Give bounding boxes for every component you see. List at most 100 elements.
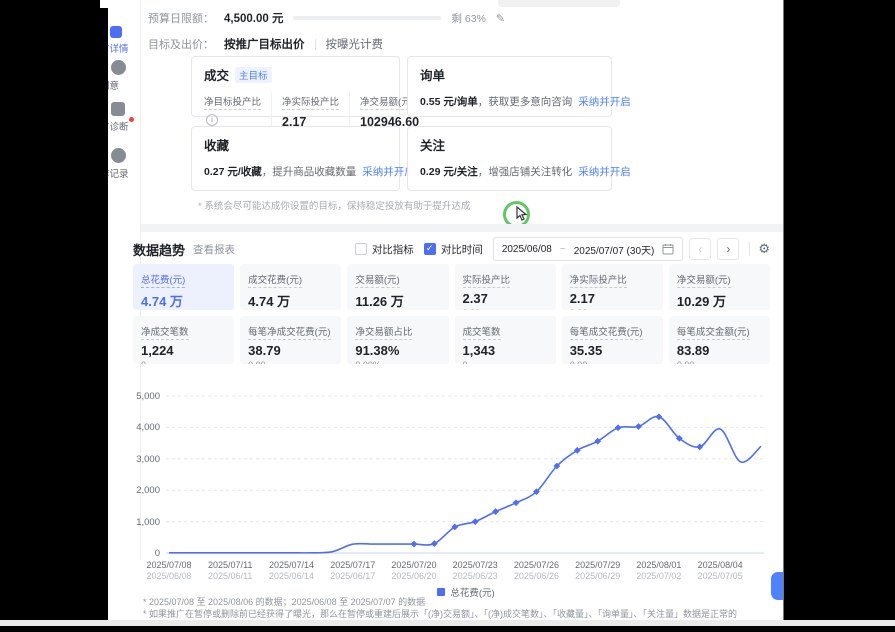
metric-tile[interactable]: 实际投产比2.370.00 — [455, 264, 556, 310]
x-tick: 2025/07/112025/06/11 — [198, 560, 262, 581]
metric-tile[interactable]: 总花费(元)4.74 万0.00 — [133, 264, 234, 310]
x-tick-current: 2025/07/17 — [321, 560, 385, 570]
metric-tile[interactable]: 净交易额(元)10.29 万0.00 — [669, 264, 770, 310]
compare-time-checkbox[interactable] — [424, 243, 436, 255]
x-tick-compare: 2025/06/20 — [382, 571, 446, 581]
x-tick-current: 2025/07/08 — [137, 560, 201, 570]
metric-tile[interactable]: 成交笔数1,3430 — [455, 316, 556, 364]
metric-tile-compare-value: 0.00 — [248, 360, 333, 364]
metric-tile-compare-value: 0.00 — [570, 308, 655, 310]
date-separator: ~ — [560, 244, 566, 255]
x-tick-compare: 2025/07/02 — [627, 571, 691, 581]
x-tick-compare: 2025/06/26 — [504, 571, 568, 581]
x-tick: 2025/08/012025/07/02 — [627, 560, 691, 581]
metric-tile-compare-value: 0 — [463, 360, 548, 364]
date-range-picker[interactable]: 2025/06/08 ~ 2025/07/07 (30天) — [493, 237, 684, 261]
adopt-enable-link[interactable]: 采纳并开启 — [578, 166, 631, 178]
sidebar-item-promo-detail[interactable]: 广详情 — [108, 26, 140, 55]
card-price: 0.27 元/收藏 — [204, 166, 262, 178]
adopt-enable-link[interactable]: 采纳并开启 — [578, 96, 631, 108]
metric-tile-compare-value: 0.00 — [677, 360, 762, 364]
data-point-marker — [411, 541, 418, 548]
primary-goal-badge: 主目标 — [235, 67, 272, 83]
compare-metric-label: 对比指标 — [372, 242, 414, 257]
metric-tile[interactable]: 每笔成交金额(元)83.890.00 — [669, 316, 770, 364]
window-bottom-strip — [0, 620, 895, 626]
goals-label: 目标及出价： — [148, 36, 214, 52]
goal-cards: 成交 主目标 净目标投产比i 2.45 ✎ 净实际投产比 2.17 净交易额(元… — [191, 56, 612, 191]
prev-period-button[interactable]: ‹ — [689, 238, 711, 260]
history-icon — [111, 148, 126, 163]
main-panel: 广详情 创意 广诊断 作记录 预算日限额： 4,500.00 元 剩 63% ✎… — [108, 0, 784, 620]
card-favorite: 收藏 0.27 元/收藏，提升商品收藏数量采纳并开启 — [191, 126, 400, 191]
data-point-marker — [696, 443, 703, 450]
data-point-marker — [431, 540, 438, 547]
floating-side-button[interactable] — [771, 572, 783, 600]
budget-progress-track — [293, 16, 441, 20]
metric-tile[interactable]: 每笔成交花费(元)35.350.00 — [562, 316, 663, 364]
budget-amount: 4,500.00 元 — [224, 10, 283, 26]
metric-tile[interactable]: 交易额(元)11.26 万0.00 — [347, 264, 448, 310]
tab-bid-by-exposure[interactable]: 按曝光计费 — [326, 36, 384, 52]
metric-tile-label: 实际投产比 — [463, 272, 511, 288]
budget-label: 预算日限额： — [148, 10, 214, 26]
metric-tile[interactable]: 每笔净成交花费(元)38.790.00 — [240, 316, 341, 364]
x-tick-current: 2025/07/11 — [198, 560, 262, 570]
metric-tile-compare-value: 0.00% — [355, 360, 440, 364]
metric-tile-compare-value: 0 — [141, 360, 226, 364]
y-tick-label: 2,000 — [136, 485, 160, 496]
metric-tile-value: 38.79 — [248, 343, 333, 358]
sidebar-item-history[interactable]: 作记录 — [108, 148, 140, 180]
info-icon[interactable]: i — [206, 114, 218, 126]
sidebar-item-diagnose[interactable]: 广诊断 — [108, 102, 140, 133]
data-point-marker — [513, 499, 520, 506]
footnote-disclaimer: * 如果推广在暂停或删除前已经获得了曝光，那么在暂停或重建后展示「(净)交易额」… — [143, 607, 737, 620]
next-period-button[interactable]: › — [717, 238, 739, 260]
tab-bid-by-goal[interactable]: 按推广目标出价 — [224, 36, 305, 52]
legend-label: 总花费(元) — [450, 585, 494, 599]
date-end: 2025/07/07 (30天) — [574, 242, 655, 257]
x-tick-compare: 2025/06/29 — [566, 571, 630, 581]
card-follow: 关注 0.29 元/关注，增强店铺关注转化采纳并开启 — [407, 126, 612, 191]
x-tick-current: 2025/07/29 — [566, 560, 630, 570]
creative-icon — [111, 60, 126, 75]
x-tick-compare: 2025/06/14 — [259, 571, 323, 581]
metric-tile-label: 成交花费(元) — [248, 272, 302, 288]
sidebar-item-label: 创意 — [108, 78, 119, 92]
sidebar-item-creative[interactable]: 创意 — [108, 60, 140, 92]
metric-tile-value: 11.26 万 — [355, 291, 440, 310]
compare-metric-checkbox[interactable] — [355, 243, 367, 255]
data-point-marker — [492, 508, 499, 515]
metric-tile-label: 每笔成交金额(元) — [677, 324, 750, 340]
metric-tile[interactable]: 净交易额占比91.38%0.00% — [347, 316, 448, 364]
metric-tile-value: 1,224 — [141, 343, 226, 358]
card-price: 0.55 元/询单 — [420, 96, 478, 108]
y-tick-label: 1,000 — [136, 517, 160, 528]
x-tick: 2025/07/142025/06/14 — [259, 560, 323, 581]
metric-tile[interactable]: 净成交笔数1,2240 — [133, 316, 234, 364]
x-tick-compare: 2025/06/08 — [137, 571, 201, 581]
x-tick: 2025/07/292025/06/29 — [566, 560, 630, 581]
metric-tile-label: 净交易额占比 — [355, 324, 412, 340]
trends-header: 数据趋势 查看报表 对比指标 对比时间 2025/06/08 ~ 2025/07… — [133, 237, 770, 261]
metric-tiles-row1: 总花费(元)4.74 万0.00成交花费(元)4.74 万0.00交易额(元)1… — [133, 264, 770, 310]
budget-edit-icon[interactable]: ✎ — [496, 12, 505, 25]
y-tick-label: 5,000 — [136, 391, 160, 402]
trends-title: 数据趋势 — [133, 240, 185, 259]
trend-line — [169, 416, 761, 552]
metric-tile-value: 10.29 万 — [677, 291, 762, 310]
bidding-tabs: 按推广目标出价 按曝光计费 — [224, 36, 383, 52]
y-tick-label: 4,000 — [136, 422, 160, 433]
data-point-marker — [472, 518, 479, 525]
metric-tile-label: 总花费(元) — [141, 272, 185, 288]
metric-tile[interactable]: 成交花费(元)4.74 万0.00 — [240, 264, 341, 310]
settings-gear-icon[interactable]: ⚙ — [758, 241, 770, 257]
metric-tile[interactable]: 净实际投产比2.170.00 — [562, 264, 663, 310]
x-tick-current: 2025/08/01 — [627, 560, 691, 570]
view-report-link[interactable]: 查看报表 — [193, 242, 235, 257]
section-separator — [141, 224, 783, 232]
goals-row: 目标及出价： 按推广目标出价 按曝光计费 — [148, 36, 383, 52]
top-gray-bar — [498, 0, 620, 7]
metric-label: 净交易额(元) — [360, 94, 414, 110]
card-title: 收藏 — [204, 135, 229, 154]
